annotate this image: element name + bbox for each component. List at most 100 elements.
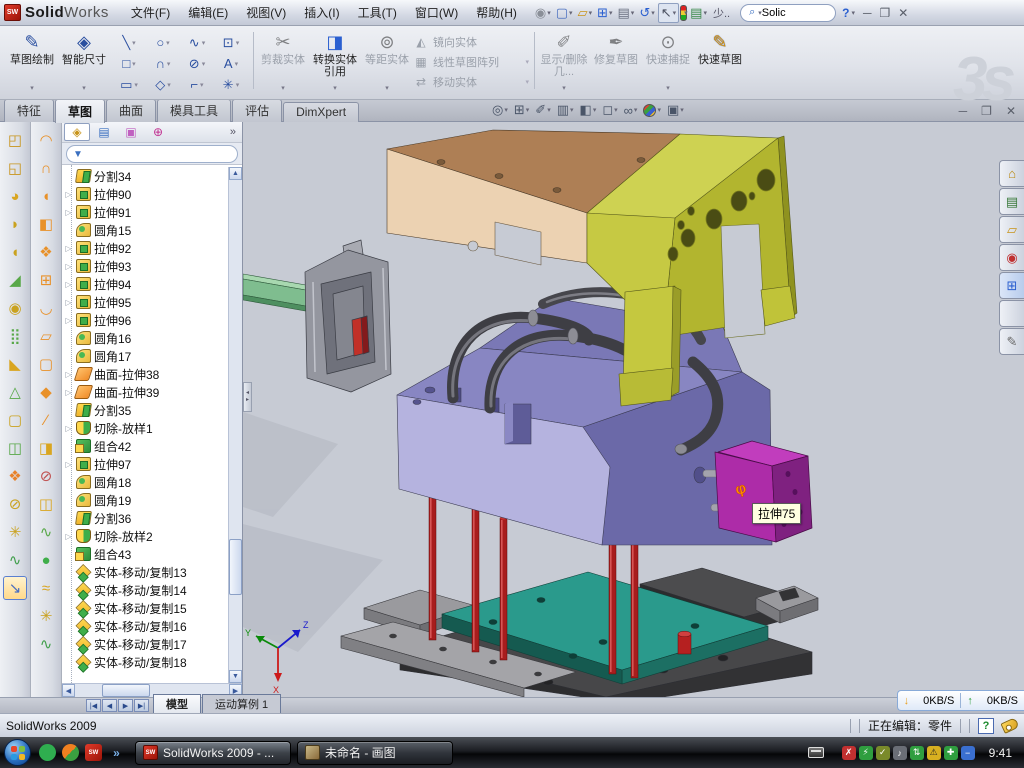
tree-item[interactable]: ▷ 分割34 bbox=[64, 167, 227, 185]
tree-vertical-scrollbar[interactable]: ▲ ▼ bbox=[228, 167, 242, 683]
panel-overflow-chevron[interactable]: » bbox=[230, 126, 240, 138]
expand-arrow-icon[interactable]: ▷ bbox=[64, 208, 73, 217]
solidworks-launcher-icon[interactable]: SW bbox=[85, 744, 102, 761]
boundary-surface-icon[interactable]: ▢ bbox=[34, 352, 58, 376]
spline-curve-icon[interactable]: ∿ bbox=[34, 632, 58, 656]
view-orientation-icon[interactable]: ◧ ▾ bbox=[580, 102, 597, 118]
scroll-up-icon[interactable]: ▲ bbox=[229, 167, 242, 180]
rectangle-icon[interactable]: □▾ bbox=[112, 53, 146, 74]
prev-tab-button[interactable]: ◀ bbox=[102, 699, 117, 712]
expand-arrow-icon[interactable]: ▷ bbox=[64, 370, 73, 379]
polygon-icon[interactable]: ◇▾ bbox=[146, 74, 180, 95]
swept-surface-icon[interactable]: ◠ bbox=[34, 128, 58, 152]
rapid-sketch-button[interactable]: ✎ 快速草图 bbox=[694, 28, 746, 93]
pin-icon[interactable]: ◉ ▾ bbox=[533, 3, 553, 23]
appearance-icon[interactable]: ▾ bbox=[643, 104, 661, 117]
mirror-feature-icon[interactable]: ◫ bbox=[3, 436, 27, 460]
network-icon[interactable]: ⇅ bbox=[910, 746, 924, 760]
command-tab[interactable]: 曲面 bbox=[106, 99, 156, 122]
tree-item[interactable]: ▷ 圆角17 bbox=[64, 347, 227, 365]
text-icon[interactable]: A▾ bbox=[214, 53, 248, 74]
scrollbar-thumb[interactable] bbox=[102, 684, 150, 697]
taskbar-clock[interactable]: 9:41 bbox=[989, 746, 1012, 760]
thicken-icon[interactable]: ◨ bbox=[34, 436, 58, 460]
expand-arrow-icon[interactable]: ▷ bbox=[64, 532, 73, 541]
convert-entities-button[interactable]: ◨ 转换实体引用 bbox=[309, 28, 361, 93]
quick-launch-expand-icon[interactable]: » bbox=[108, 744, 125, 761]
start-button[interactable] bbox=[4, 739, 31, 766]
first-tab-button[interactable]: |◀ bbox=[86, 699, 101, 712]
close-button[interactable]: ✕ bbox=[898, 6, 908, 20]
tree-item[interactable]: ▷ 组合42 bbox=[64, 437, 227, 455]
search-input[interactable] bbox=[762, 7, 822, 19]
spline-icon[interactable]: ∿▾ bbox=[180, 32, 214, 53]
hole-wizard-icon[interactable]: ◉ bbox=[3, 296, 27, 320]
tree-item[interactable]: ▷ 实体-移动/复制17 bbox=[64, 635, 227, 653]
custom-properties-icon[interactable]: ✎ bbox=[999, 328, 1024, 355]
menu-item[interactable]: 文件(F) bbox=[123, 1, 178, 24]
expand-arrow-icon[interactable]: ▷ bbox=[64, 190, 73, 199]
view-palette-icon[interactable]: ⊞ bbox=[999, 272, 1024, 299]
scroll-left-icon[interactable]: ◀ bbox=[62, 684, 75, 697]
tree-item[interactable]: ▷ 实体-移动/复制14 bbox=[64, 581, 227, 599]
tree-item[interactable]: ▷ 切除-放样1 bbox=[64, 419, 227, 437]
doc-restore-button[interactable]: ❐ bbox=[981, 104, 992, 118]
move-copy-body-icon[interactable]: ❖ bbox=[3, 464, 27, 488]
tree-item[interactable]: ▷ 分割36 bbox=[64, 509, 227, 527]
sketch-fillet-icon[interactable]: ⌐▾ bbox=[180, 74, 214, 95]
open-icon[interactable]: ▱ ▾ bbox=[576, 3, 595, 23]
menu-item[interactable]: 编辑(E) bbox=[180, 1, 236, 24]
file-explorer-icon[interactable]: ▱ bbox=[999, 216, 1024, 243]
rib-icon[interactable]: ◣ bbox=[3, 352, 27, 376]
shell-icon[interactable]: ▢ bbox=[3, 408, 27, 432]
scrollbar-thumb[interactable] bbox=[229, 539, 242, 595]
command-tab[interactable]: 评估 bbox=[232, 99, 282, 122]
expand-arrow-icon[interactable]: ▷ bbox=[64, 460, 73, 469]
undo-icon[interactable]: ↺ ▾ bbox=[637, 3, 656, 23]
knit-surface-icon[interactable]: ❖ bbox=[34, 240, 58, 264]
sketch-button[interactable]: ✎ 草图绘制 bbox=[6, 28, 58, 93]
slot-icon[interactable]: ▭▾ bbox=[112, 74, 146, 95]
resources-home-icon[interactable]: ⌂ bbox=[999, 160, 1024, 187]
ellipse-icon[interactable]: ⊘▾ bbox=[180, 53, 214, 74]
new-document-icon[interactable]: ▢ ▾ bbox=[554, 3, 575, 23]
zoom-fit-icon[interactable]: ◎ ▾ bbox=[492, 102, 508, 118]
propertymanager-tab[interactable]: ▤ bbox=[91, 123, 117, 141]
point-icon[interactable]: ✳▾ bbox=[214, 74, 248, 95]
tree-item[interactable]: ▷ 圆角16 bbox=[64, 329, 227, 347]
tree-item[interactable]: ▷ 拉伸91 bbox=[64, 203, 227, 221]
tree-item[interactable]: ▷ 曲面-拉伸38 bbox=[64, 365, 227, 383]
slide-insert-part[interactable] bbox=[305, 240, 391, 392]
chamfer-icon[interactable]: ◢ bbox=[3, 268, 27, 292]
instant3d-icon[interactable]: ↘ bbox=[3, 576, 27, 600]
revolved-boss-icon[interactable]: ◱ bbox=[3, 156, 27, 180]
featuremanager-tab[interactable]: ◈ bbox=[64, 123, 90, 141]
command-tab[interactable]: 特征 bbox=[4, 99, 54, 122]
shut-off-surface-icon[interactable]: ● bbox=[34, 548, 58, 572]
minimize-button[interactable]: ─ bbox=[863, 6, 872, 20]
tree-item[interactable]: ▷ 实体-移动/复制18 bbox=[64, 653, 227, 671]
menu-item[interactable]: 插入(I) bbox=[296, 1, 347, 24]
delete-face-icon[interactable]: ⊘ bbox=[34, 464, 58, 488]
lofted-boss-icon[interactable]: ◖ bbox=[3, 240, 27, 264]
update-icon[interactable]: ✓ bbox=[876, 746, 890, 760]
linear-pattern-icon[interactable]: ⣿ bbox=[3, 324, 27, 348]
graphics-viewport[interactable]: φ Y Z X ◂▸ 拉伸75 ⌂ ▤ bbox=[243, 122, 1024, 697]
sync-disabled-icon[interactable]: − bbox=[961, 746, 975, 760]
tree-item[interactable]: ▷ 拉伸90 bbox=[64, 185, 227, 203]
filled-surface-icon[interactable]: ◆ bbox=[34, 380, 58, 404]
taskbar-button-solidworks[interactable]: SW SolidWorks 2009 - ... bbox=[135, 741, 291, 765]
delete-body-icon[interactable]: ⊘ bbox=[3, 492, 27, 516]
draft-icon[interactable]: △ bbox=[3, 380, 27, 404]
fillet-icon[interactable]: ◕ bbox=[3, 184, 27, 208]
search-box[interactable]: ⌕ ▾ bbox=[740, 4, 836, 22]
doc-close-button[interactable]: ✕ bbox=[1006, 104, 1016, 118]
print-icon[interactable]: ▤ ▾ bbox=[616, 3, 637, 23]
model-tab[interactable]: 运动算例 1 bbox=[202, 694, 281, 713]
command-tab[interactable]: DimXpert bbox=[283, 102, 359, 122]
last-tab-button[interactable]: ▶| bbox=[134, 699, 149, 712]
curves-icon[interactable]: ∿ bbox=[3, 548, 27, 572]
volume-icon[interactable]: ♪ bbox=[893, 746, 907, 760]
tree-item[interactable]: ▷ 拉伸94 bbox=[64, 275, 227, 293]
swept-boss-icon[interactable]: ◗ bbox=[3, 212, 27, 236]
